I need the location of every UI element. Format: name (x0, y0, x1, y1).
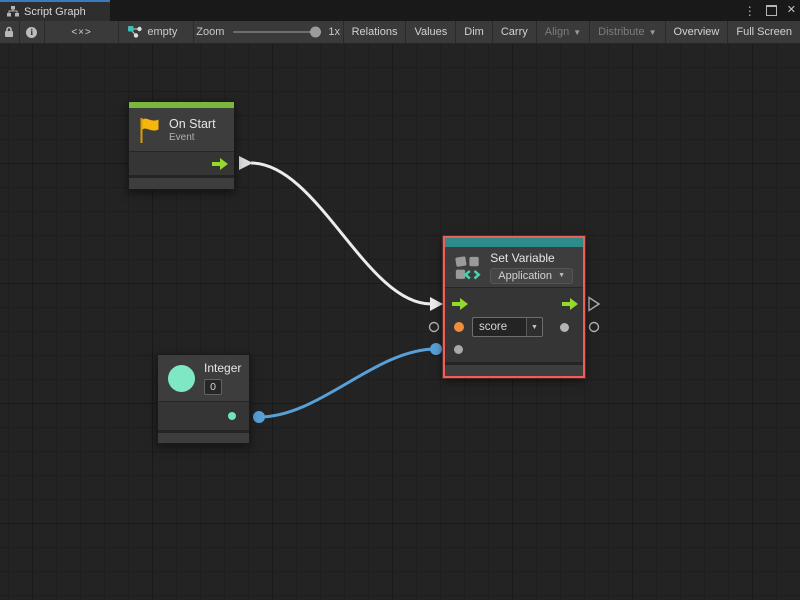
zoom-slider-handle[interactable] (310, 27, 321, 38)
integer-value-field[interactable]: 0 (204, 379, 222, 395)
window-menu-icon[interactable]: ⋮ (744, 5, 756, 17)
node-footer (445, 362, 583, 376)
graph-toolbar: i <×> empty Zoom 1x Relations Values Dim… (0, 21, 800, 44)
node-title: Integer (204, 361, 241, 375)
chevron-down-icon: ▼ (573, 28, 581, 37)
graph-canvas[interactable] (0, 44, 800, 600)
align-button[interactable]: Align ▼ (537, 21, 590, 43)
variable-picker-button[interactable]: ▼ (526, 318, 542, 336)
node-set-variable[interactable]: Set Variable Application ▼ score ▼ (443, 236, 585, 378)
full-screen-button[interactable]: Full Screen (728, 21, 800, 43)
flag-icon (139, 117, 160, 143)
graph-name-label: empty (147, 26, 177, 38)
dim-button[interactable]: Dim (456, 21, 493, 43)
zoom-slider[interactable] (233, 31, 321, 33)
chevron-down-icon: ▼ (531, 324, 538, 331)
value-input-port[interactable] (454, 345, 463, 354)
lock-button[interactable] (0, 21, 20, 43)
carry-button[interactable]: Carry (493, 21, 537, 43)
maximize-icon[interactable] (766, 5, 777, 16)
integer-icon (168, 365, 195, 392)
overview-button[interactable]: Overview (666, 21, 729, 43)
values-button[interactable]: Values (406, 21, 456, 43)
variable-name-field[interactable]: score ▼ (472, 317, 543, 337)
integer-output-port[interactable] (228, 412, 236, 420)
tab-title: Script Graph (24, 6, 86, 18)
info-button[interactable]: i (20, 21, 45, 43)
variable-name-port[interactable] (454, 322, 464, 332)
graph-icon (128, 26, 142, 38)
graph-breadcrumb[interactable]: empty (119, 21, 193, 43)
variable-scope-dropdown[interactable]: Application ▼ (490, 268, 573, 284)
info-icon: i (26, 27, 37, 38)
zoom-label: Zoom (196, 26, 224, 38)
value-output-port[interactable] (560, 323, 569, 332)
window-titlebar: Script Graph ⋮ ✕ (0, 0, 800, 21)
chevron-down-icon: ▼ (558, 272, 565, 279)
distribute-button[interactable]: Distribute ▼ (590, 21, 665, 43)
node-footer (129, 175, 234, 189)
chevron-down-icon: ▼ (649, 28, 657, 37)
tab-script-graph[interactable]: Script Graph (0, 0, 110, 21)
flow-output-port[interactable] (562, 298, 578, 310)
node-title: Set Variable (490, 251, 573, 265)
flow-input-port[interactable] (452, 298, 468, 310)
node-on-start[interactable]: On Start Event (128, 101, 235, 190)
close-icon[interactable]: ✕ (787, 5, 796, 16)
zoom-value: 1x (328, 26, 340, 38)
relations-button[interactable]: Relations (344, 21, 407, 43)
node-footer (158, 430, 249, 443)
code-brackets-icon: <×> (71, 27, 92, 38)
node-title: On Start (169, 117, 216, 131)
zoom-control: Zoom 1x (194, 21, 344, 43)
node-integer[interactable]: Integer 0 (157, 354, 250, 444)
hierarchy-icon (7, 6, 19, 17)
variable-color-strip (445, 238, 583, 247)
flow-output-port[interactable] (212, 158, 228, 170)
variables-icon (455, 252, 481, 283)
code-preview-button[interactable]: <×> (45, 21, 120, 43)
lock-icon (4, 26, 14, 38)
node-subtitle: Event (169, 132, 216, 143)
